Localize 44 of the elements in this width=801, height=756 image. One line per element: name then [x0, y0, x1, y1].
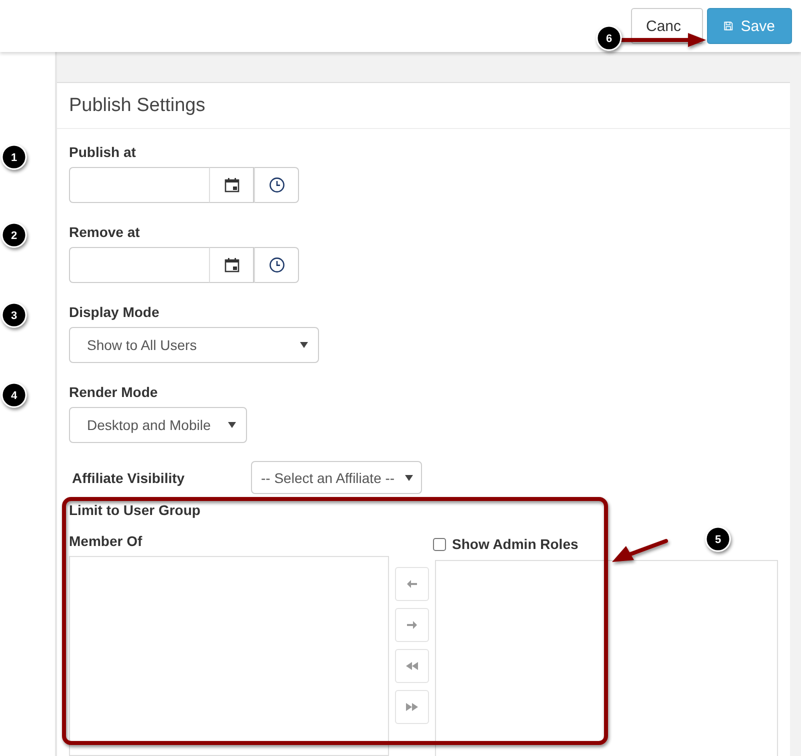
move-all-left-button[interactable]	[395, 649, 429, 683]
dropdown[interactable]: Desktop and Mobile	[69, 407, 247, 443]
callout-marker: 1	[1, 144, 27, 170]
move-all-right-button[interactable]	[395, 690, 429, 724]
clock-icon	[268, 257, 284, 273]
left-arrow-icon	[407, 580, 417, 588]
move-right-button[interactable]	[395, 608, 429, 642]
callout-marker: 4	[1, 382, 27, 408]
calendar-icon	[224, 257, 240, 273]
caret-icon	[300, 342, 308, 348]
right-arrow-icon	[407, 621, 417, 629]
save-icon	[724, 19, 733, 33]
show-admin-roles-checkbox[interactable]	[433, 538, 446, 550]
member-list[interactable]	[69, 556, 389, 756]
callout-marker: 6	[596, 25, 622, 51]
date-input[interactable]	[69, 247, 209, 283]
dropdown[interactable]: Show to All Users	[69, 327, 319, 363]
clock-icon	[268, 177, 284, 193]
field-label: Remove at	[69, 223, 141, 241]
calendar-button[interactable]	[209, 247, 254, 283]
field-label: Affiliate Visibility	[71, 468, 186, 486]
calendar-button[interactable]	[209, 167, 254, 203]
move-left-button[interactable]	[395, 567, 429, 601]
section-title: Limit to User Group	[69, 501, 202, 519]
date-input[interactable]	[69, 167, 209, 203]
calendar-icon	[224, 177, 240, 193]
panel-title: Publish Settings	[57, 83, 790, 129]
caret-icon	[404, 474, 413, 480]
field-label: Display Mode	[69, 303, 160, 321]
callout-marker: 5	[705, 526, 731, 552]
caret-icon	[228, 422, 236, 428]
field-label: Publish at	[69, 143, 137, 161]
time-button[interactable]	[254, 247, 299, 283]
field-label: Render Mode	[69, 383, 159, 401]
dropdown[interactable]: -- Select an Affiliate --	[251, 461, 422, 494]
checkbox-label[interactable]: Show Admin Roles	[452, 536, 578, 552]
double-left-icon	[406, 662, 418, 670]
annotation-arrow	[612, 539, 668, 562]
roles-list[interactable]	[435, 560, 778, 756]
callout-marker: 3	[1, 302, 27, 328]
time-button[interactable]	[254, 167, 299, 203]
field-label: Member Of	[69, 532, 144, 550]
double-right-icon	[406, 703, 418, 711]
callout-marker: 2	[1, 222, 27, 248]
